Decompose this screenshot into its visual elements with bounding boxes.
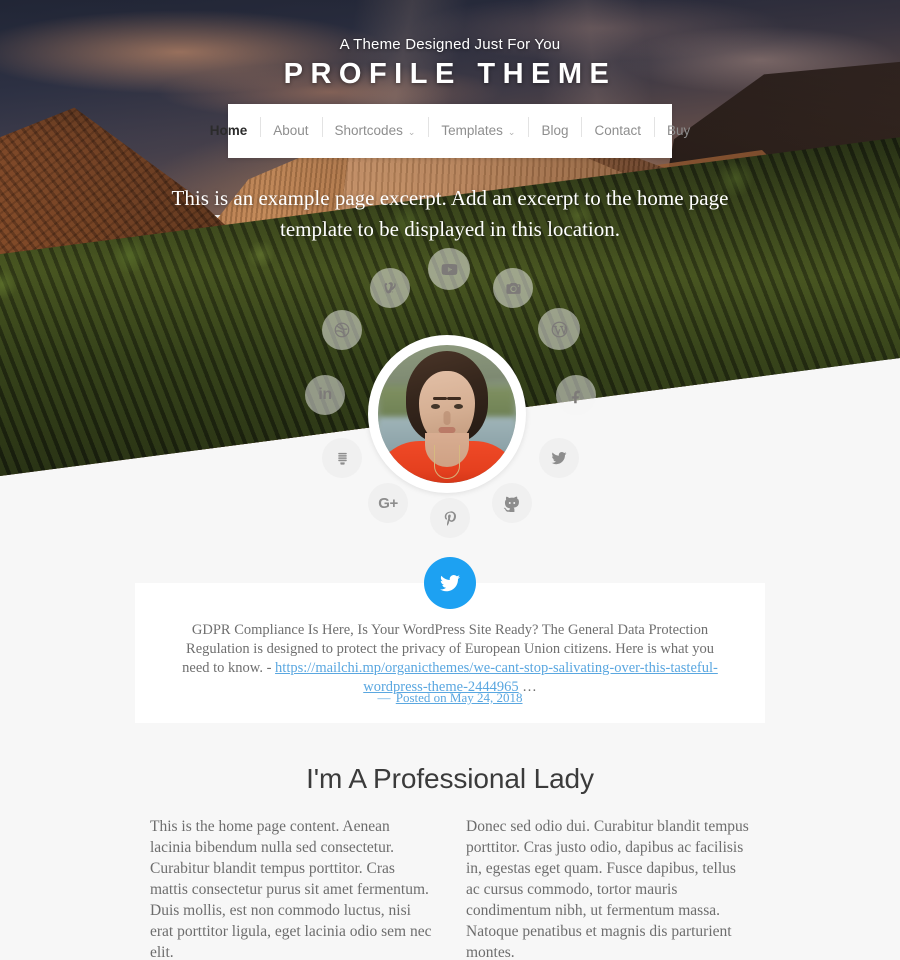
tweet-meta-dash: — <box>377 690 394 705</box>
googleplus-icon: G+ <box>378 494 398 512</box>
instagram-icon <box>505 282 521 294</box>
social-link-twitter[interactable] <box>539 438 579 478</box>
main-navigation-bar: Home About Shortcodes ⌄ Templates ⌄ Blog… <box>210 104 690 158</box>
nav-item-blog[interactable]: Blog <box>528 117 581 139</box>
nav-item-label: Contact <box>594 123 642 139</box>
social-link-slideshare[interactable] <box>322 438 362 478</box>
social-link-vine[interactable] <box>370 268 410 308</box>
social-link-wordpress[interactable] <box>538 308 580 350</box>
social-link-linkedin[interactable]: in <box>305 375 345 415</box>
page-root: A Theme Designed Just For You PROFILE TH… <box>0 0 900 960</box>
social-link-facebook[interactable] <box>556 375 596 415</box>
avatar-brow-left <box>433 397 447 400</box>
twitter-icon <box>440 575 460 592</box>
social-link-pinterest[interactable] <box>430 498 470 538</box>
slideshare-icon <box>337 452 347 465</box>
avatar-image <box>378 345 516 483</box>
nav-item-templates[interactable]: Templates ⌄ <box>428 117 528 139</box>
avatar <box>368 335 526 493</box>
nav-item-about[interactable]: About <box>260 117 321 139</box>
hero-excerpt: This is an example page excerpt. Add an … <box>171 186 729 241</box>
social-link-dribbble[interactable] <box>322 310 362 350</box>
twitter-icon <box>551 452 567 465</box>
social-link-googleplus[interactable]: G+ <box>368 483 408 523</box>
vine-icon <box>384 281 396 293</box>
pinterest-icon <box>444 510 456 526</box>
nav-item-label: Templates <box>441 123 503 139</box>
youtube-icon <box>441 263 457 275</box>
tweet-meta: — Posted on May 24, 2018 <box>135 690 765 706</box>
wordpress-icon <box>551 321 567 337</box>
tweet-text: GDPR Compliance Is Here, Is Your WordPre… <box>181 621 719 697</box>
chevron-down-icon: ⌄ <box>507 126 516 137</box>
site-tagline: A Theme Designed Just For You <box>339 36 561 53</box>
nav-item-label: Shortcodes <box>334 123 403 139</box>
social-link-youtube[interactable] <box>428 248 470 290</box>
avatar-eye-right <box>454 404 463 409</box>
site-title: PROFILE THEME <box>283 58 617 90</box>
github-icon <box>503 496 519 512</box>
main-navigation: Home About Shortcodes ⌄ Templates ⌄ Blog… <box>197 117 704 139</box>
chevron-down-icon: ⌄ <box>407 126 416 137</box>
nav-item-label: Buy <box>667 123 691 139</box>
dribbble-icon <box>334 322 350 338</box>
avatar-nose <box>443 411 451 425</box>
facebook-icon <box>571 390 580 403</box>
avatar-eye-left <box>431 404 440 409</box>
nav-item-label: Blog <box>541 123 569 139</box>
avatar-brow-right <box>447 397 461 400</box>
social-link-instagram[interactable] <box>493 268 533 308</box>
avatar-necklace <box>434 445 460 479</box>
nav-item-buy[interactable]: Buy <box>654 117 703 139</box>
nav-item-shortcodes[interactable]: Shortcodes ⌄ <box>321 117 429 139</box>
social-link-github[interactable] <box>492 483 532 523</box>
tweet-twitter-badge[interactable] <box>424 557 476 609</box>
nav-item-label: Home <box>209 123 248 139</box>
nav-item-label: About <box>273 123 309 139</box>
linkedin-icon: in <box>318 386 332 403</box>
nav-item-contact[interactable]: Contact <box>581 117 654 139</box>
nav-item-home[interactable]: Home <box>197 124 261 138</box>
tweet-date-link[interactable]: Posted on May 24, 2018 <box>396 690 523 705</box>
